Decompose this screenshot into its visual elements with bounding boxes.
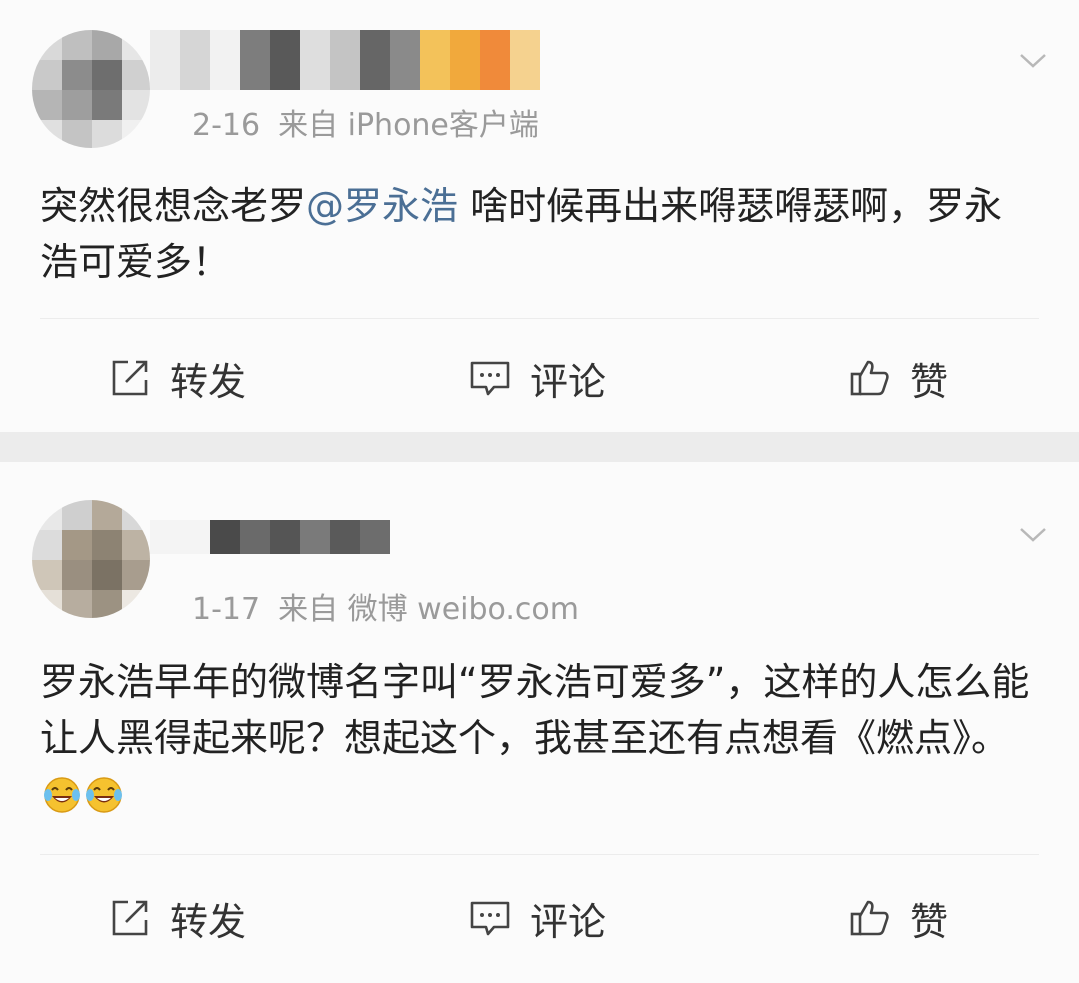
thumbs-up-icon <box>850 360 889 396</box>
chevron-down-icon[interactable] <box>1019 520 1047 548</box>
repost-button[interactable]: 转发 <box>108 348 246 408</box>
post-meta: 2-16 来自 iPhone客户端 <box>192 100 539 144</box>
like-label: 赞 <box>910 899 949 944</box>
thumbs-up-icon <box>850 900 889 936</box>
username-blurred[interactable] <box>150 30 540 90</box>
laughing-tears-emoji-icon <box>86 777 122 813</box>
chevron-down-icon[interactable] <box>1019 46 1047 74</box>
divider <box>40 854 1039 855</box>
post-source: 来自 微博 weibo.com <box>278 592 579 627</box>
avatar-blurred[interactable] <box>32 500 150 618</box>
repost-icon <box>112 360 148 396</box>
weibo-post-1: 2-16 来自 iPhone客户端 突然很想念老罗@罗永浩 啥时候再出来嘚瑟嘚瑟啊… <box>0 0 1079 432</box>
divider <box>40 318 1039 319</box>
comment-label: 评论 <box>530 359 607 404</box>
post-meta: 1-17 来自 微博 weibo.com <box>192 584 579 628</box>
emoji-group <box>40 772 124 816</box>
repost-label: 转发 <box>170 899 247 944</box>
like-button[interactable]: 赞 <box>848 348 948 408</box>
comment-button[interactable]: 评论 <box>468 348 606 408</box>
comment-icon <box>470 901 510 936</box>
username-blurred[interactable] <box>150 520 390 554</box>
like-label: 赞 <box>910 359 949 404</box>
avatar-blurred[interactable] <box>32 30 150 148</box>
post-content: 突然很想念老罗@罗永浩 啥时候再出来嘚瑟嘚瑟啊，罗永浩可爱多！ <box>40 184 1003 284</box>
repost-button[interactable]: 转发 <box>108 888 246 948</box>
post-content: 罗永浩早年的微博名字叫“罗永浩可爱多”，这样的人怎么能让人黑得起来呢？想起这个，… <box>40 654 1039 822</box>
repost-label: 转发 <box>170 359 247 404</box>
weibo-post-2: 1-17 来自 微博 weibo.com 罗永浩早年的微博名字叫“罗永浩可爱多”，… <box>0 462 1079 983</box>
like-button[interactable]: 赞 <box>848 888 948 948</box>
action-bar: 转发 评论 赞 <box>0 888 1079 948</box>
comment-button[interactable]: 评论 <box>468 888 606 948</box>
post-separator <box>0 432 1079 462</box>
post-date: 1-17 <box>192 592 261 627</box>
action-bar: 转发 评论 赞 <box>0 348 1079 408</box>
post-source: 来自 iPhone客户端 <box>278 108 539 143</box>
repost-icon <box>112 900 148 936</box>
comment-icon <box>470 361 510 396</box>
laughing-tears-emoji-icon <box>44 777 80 813</box>
comment-label: 评论 <box>530 899 607 944</box>
mention-link[interactable]: @罗永浩 <box>306 184 458 228</box>
post-date: 2-16 <box>192 108 261 143</box>
